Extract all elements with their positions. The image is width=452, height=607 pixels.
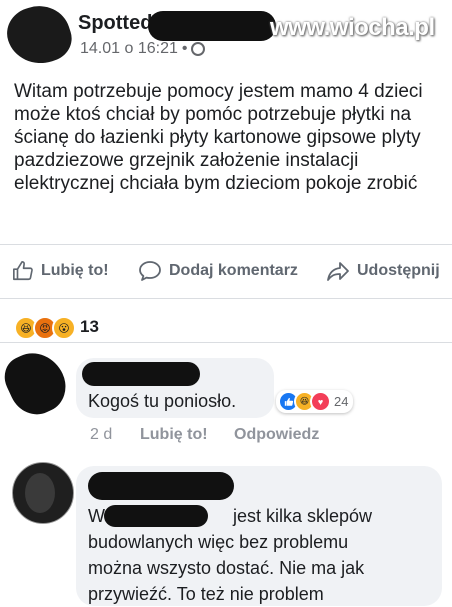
reaction-summary[interactable]: 😆 😡 😮 [14,316,76,340]
comment-reaction-count: 24 [334,394,349,409]
divider [0,342,452,343]
love-icon: ♥ [310,391,331,412]
thumbs-up-icon [13,261,33,281]
meta-separator: • [181,40,188,57]
reaction-count[interactable]: 13 [80,317,99,337]
post-text: Witam potrzebuje pomocy jestem mamo 4 dz… [14,81,423,194]
post-author-avatar[interactable] [0,0,78,73]
post-author-name[interactable]: Spotted [78,12,152,35]
commenter-avatar[interactable] [12,462,74,524]
comment-text-start: W [88,506,105,526]
comment-text: Kogoś tu poniosło. [88,391,237,411]
commenter-avatar[interactable] [0,343,75,423]
post-meta: 14.01 o 16:21 • [80,40,206,58]
like-label: Lubię to! [41,262,109,279]
comment-reactions[interactable]: 😆 ♥ 24 [276,390,354,413]
redaction-bar [148,11,276,41]
redaction-bar [104,505,208,527]
comment-reply-button[interactable]: Odpowiedz [234,426,319,444]
wow-icon: 😮 [52,316,76,340]
divider [0,298,452,299]
post-timestamp[interactable]: 14.01 o 16:21 [80,40,178,58]
comment-label: Dodaj komentarz [169,262,298,279]
share-button[interactable]: Udostępnij [326,260,440,282]
watermark: www.wiocha.pl [270,14,435,41]
redaction-bar [82,362,200,386]
comment-button[interactable]: Dodaj komentarz [138,260,298,282]
comment-age[interactable]: 2 d [90,426,112,444]
comment-icon [139,261,161,281]
comment-like-button[interactable]: Lubię to! [140,426,208,444]
redaction-bar [88,472,234,500]
share-label: Udostępnij [357,262,440,279]
globe-icon [191,42,206,56]
like-button[interactable]: Lubię to! [12,260,109,282]
share-icon [327,262,349,281]
divider [0,244,452,245]
